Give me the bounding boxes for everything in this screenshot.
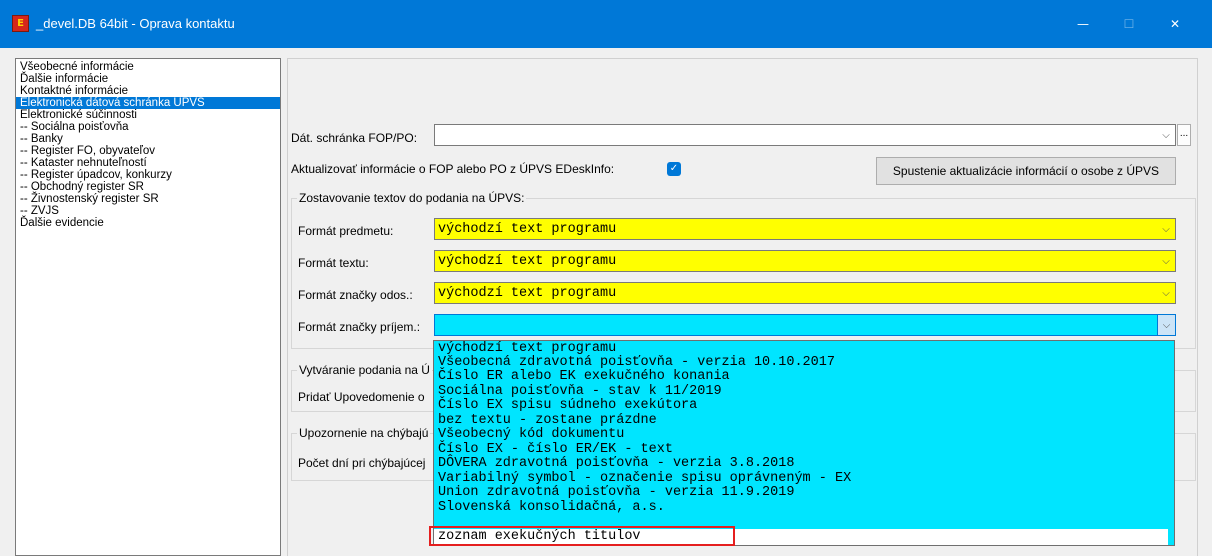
create-group-title: Vytváranie podania na Ú — [297, 363, 432, 377]
sender-mark-label: Formát značky odos.: — [298, 288, 413, 302]
tree-item-general[interactable]: Všeobecné informácie — [16, 61, 280, 73]
chevron-down-icon[interactable]: ⌵ — [1157, 219, 1175, 239]
text-format-label: Formát textu: — [298, 256, 369, 270]
subject-format-combo[interactable]: východzí text programu ⌵ — [434, 218, 1176, 240]
window-title: _devel.DB 64bit - Oprava kontaktu — [36, 16, 235, 31]
maximize-button[interactable]: ☐ — [1106, 0, 1152, 48]
text-format-combo[interactable]: východzí text programu ⌵ — [434, 250, 1176, 272]
subject-format-label: Formát predmetu: — [298, 224, 394, 238]
section-tree[interactable]: Všeobecné informácie Ďalšie informácie K… — [15, 58, 281, 556]
dropdown-option[interactable]: Všeobecná zdravotná poisťovňa - verzia 1… — [438, 356, 835, 370]
recipient-mark-combo[interactable]: ⌵ — [434, 314, 1176, 336]
dropdown-option[interactable]: Všeobecný kód dokumentu — [438, 428, 624, 442]
dropdown-option[interactable]: Číslo ER alebo EK exekučného konania — [438, 370, 730, 384]
dropdown-option[interactable]: Sociálna poisťovňa - stav k 11/2019 — [438, 385, 722, 399]
dropdown-option[interactable]: Číslo EX - číslo ER/EK - text — [438, 443, 673, 457]
close-button[interactable]: ✕ — [1152, 0, 1198, 48]
dropdown-option[interactable]: východzí text programu — [438, 342, 616, 356]
tree-item-social-insurance[interactable]: -- Sociálna poisťovňa — [16, 121, 280, 133]
highlight-annotation-box — [429, 526, 735, 546]
dropdown-option[interactable]: Variabilný symbol - označenie spisu oprá… — [438, 472, 851, 486]
days-label: Počet dní pri chýbajúcej — [298, 456, 426, 470]
app-logo-icon: E — [12, 15, 29, 32]
text-format-value: východzí text programu — [438, 254, 617, 269]
update-checkbox[interactable]: ✓ — [667, 162, 681, 176]
dropdown-option[interactable]: bez textu - zostane prázdne — [438, 414, 657, 428]
tree-item-insolvency-register[interactable]: -- Register úpadcov, konkurzy — [16, 169, 280, 181]
sender-mark-combo[interactable]: východzí text programu ⌵ — [434, 282, 1176, 304]
tree-item-business-register[interactable]: -- Obchodný register SR — [16, 181, 280, 193]
chevron-down-icon[interactable]: ⌵ — [1157, 315, 1175, 335]
compose-group-title: Zostavovanie textov do podania na ÚPVS: — [297, 191, 527, 205]
tree-item-cadastre[interactable]: -- Kataster nehnuteľností — [16, 157, 280, 169]
notify-label: Pridať Upovedomenie o — [298, 390, 425, 404]
tree-item-upvs-mailbox[interactable]: Elektronická dátová schránka ÚPVS — [16, 97, 280, 109]
dropdown-option[interactable]: DÔVERA zdravotná poisťovňa - verzia 3.8.… — [438, 457, 794, 471]
title-bar: E _devel.DB 64bit - Oprava kontaktu — ☐ … — [0, 0, 1212, 48]
subject-format-value: východzí text programu — [438, 222, 617, 237]
dropdown-option[interactable]: Číslo EX spisu súdneho exekútora — [438, 399, 697, 413]
dropdown-option[interactable]: Slovenská konsolidačná, a.s. — [438, 501, 665, 515]
chevron-down-icon[interactable]: ⌵ — [1157, 251, 1175, 271]
missing-group-title: Upozornenie na chýbajú — [297, 426, 431, 440]
tree-item-contact[interactable]: Kontaktné informácie — [16, 85, 280, 97]
browse-button[interactable]: ... — [1177, 124, 1191, 146]
update-label: Aktualizovať informácie o FOP alebo PO z… — [291, 162, 615, 176]
sender-mark-value: východzí text programu — [438, 286, 617, 301]
tree-item-electronic-cooperation[interactable]: Elektronické súčinnosti — [16, 109, 280, 121]
tree-item-zvjs[interactable]: -- ZVJS — [16, 205, 280, 217]
minimize-button[interactable]: — — [1060, 0, 1106, 48]
mailbox-label: Dát. schránka FOP/PO: — [291, 131, 418, 145]
tree-item-residents-register[interactable]: -- Register FO, obyvateľov — [16, 145, 280, 157]
tree-item-additional[interactable]: Ďalšie informácie — [16, 73, 280, 85]
recipient-mark-label: Formát značky príjem.: — [298, 320, 421, 334]
tree-item-trade-register[interactable]: -- Živnostenský register SR — [16, 193, 280, 205]
tree-item-banks[interactable]: -- Banky — [16, 133, 280, 145]
chevron-down-icon[interactable]: ⌵ — [1157, 283, 1175, 303]
tree-item-other-records[interactable]: Ďalšie evidencie — [16, 217, 280, 229]
update-button[interactable]: Spustenie aktualizácie informácií o osob… — [876, 157, 1176, 185]
dropdown-option[interactable]: Union zdravotná poisťovňa - verzia 11.9.… — [438, 486, 794, 500]
chevron-down-icon[interactable]: ⌵ — [1157, 125, 1175, 145]
recipient-mark-dropdown-list[interactable]: východzí text programu Všeobecná zdravot… — [433, 340, 1175, 546]
mailbox-combo[interactable]: ⌵ — [434, 124, 1176, 146]
